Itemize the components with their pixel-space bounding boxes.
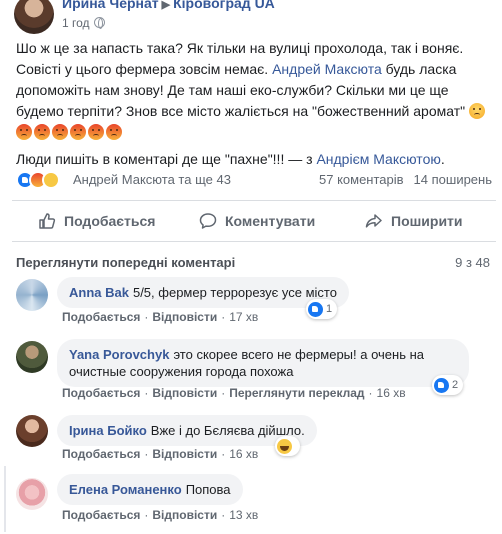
angry-emoji-icon (70, 124, 86, 140)
comment-label: Коментувати (225, 213, 316, 229)
mention-link[interactable]: Андрей Максюта (272, 61, 382, 77)
avatar[interactable] (16, 415, 48, 447)
post-text-part: . (440, 151, 445, 167)
comment-like-link[interactable]: Подобається (62, 386, 140, 400)
tagged-person-link[interactable]: Андрієм Максютою (316, 151, 440, 167)
comment-reply-link[interactable]: Відповісти (152, 508, 217, 522)
post-body: Шо ж це за напасть така? Як тільки на ву… (16, 38, 492, 170)
avatar[interactable] (16, 478, 48, 510)
sad-reaction-icon (42, 171, 60, 189)
comment-bubble: Anna Bak 5/5, фермер террорезує усе місто (57, 277, 349, 308)
like-icon (308, 301, 323, 317)
comments-pager-count: 9 з 48 (455, 255, 490, 270)
author-avatar[interactable] (14, 0, 54, 34)
globe-icon (93, 17, 105, 29)
comment-time[interactable]: 17 хв (229, 310, 258, 324)
comment-actions: Подобається · Відповісти · Переглянути перек… (62, 386, 406, 400)
comment-reply-link[interactable]: Відповісти (152, 386, 217, 400)
comment-actions: Подобається · Відповісти · 13 хв (62, 508, 259, 522)
comment-actions: Подобається · Відповісти · 16 хв (62, 447, 259, 461)
haha-icon (277, 438, 292, 454)
translate-link[interactable]: Переглянути переклад (229, 386, 364, 400)
avatar[interactable] (16, 341, 48, 373)
share-arrow-icon (365, 214, 382, 228)
angry-emoji-icon (106, 124, 122, 140)
comment-actions: Подобається · Відповісти · 17 хв (62, 310, 259, 324)
author-name[interactable]: Ирина Чернат (62, 0, 159, 11)
sad-emoji-icon (468, 103, 485, 119)
avatar[interactable] (16, 279, 48, 311)
comment-reaction-number: 1 (326, 303, 333, 315)
share-label: Поширити (391, 213, 463, 229)
angry-emoji-icon (88, 124, 104, 140)
commenter-name[interactable]: Ірина Бойко (69, 423, 147, 438)
comment-like-link[interactable]: Подобається (62, 447, 140, 461)
comment-reaction-count[interactable]: 1 (306, 299, 338, 319)
author-line: Ирина Чернат ▶ Кіровоград UA (62, 0, 275, 11)
comment-time[interactable]: 16 хв (377, 386, 406, 400)
post-time[interactable]: 1 год (62, 16, 90, 30)
angry-emoji-icon (34, 124, 50, 140)
comment-text: 5/5, фермер террорезує усе місто (132, 285, 337, 300)
comment-reaction-count[interactable] (275, 436, 300, 456)
engagement-counts: 57 коментарів 14 поширень (319, 172, 492, 187)
post-meta: 1 год (62, 16, 105, 30)
comment-bubble: Yana Porovchyk это скорее всего не фермер… (57, 339, 469, 387)
like-label: Подобається (64, 213, 156, 229)
comment-reply-link[interactable]: Відповісти (152, 447, 217, 461)
post-paragraph: Шо ж це за напасть така? Як тільки на ву… (16, 38, 492, 143)
reactions-text[interactable]: Андрей Максюта та ще 43 (73, 172, 231, 187)
arrow-right-icon: ▶ (161, 0, 171, 11)
commenter-name[interactable]: Yana Porovchyk (69, 347, 169, 362)
post-header: Ирина Чернат ▶ Кіровоград UA 1 год (0, 0, 502, 36)
comment-reaction-count[interactable]: 2 (432, 375, 464, 395)
post-text-part: Люди пишіть в коментарі де ще "пахне"!!!… (16, 151, 317, 167)
comment-bubble: Елена Романенко Попова (57, 474, 243, 505)
comment-like-link[interactable]: Подобається (62, 310, 140, 324)
like-icon (434, 377, 449, 393)
post-stats: Андрей Максюта та ще 43 57 коментарів 14 … (16, 170, 492, 190)
comments-count[interactable]: 57 коментарів (319, 172, 404, 187)
angry-emoji-icon (16, 124, 32, 140)
angry-emoji-icon (52, 124, 68, 140)
commenter-name[interactable]: Anna Bak (69, 285, 129, 300)
comment-like-link[interactable]: Подобається (62, 508, 140, 522)
comment-time[interactable]: 16 хв (229, 447, 258, 461)
comment-text: Попова (185, 482, 231, 497)
group-name[interactable]: Кіровоград UA (173, 0, 275, 11)
post-actions-bar: Подобається Коментувати Поширити (12, 200, 496, 242)
comment-icon (199, 213, 217, 229)
post-tag-line: Люди пишіть в коментарі де ще "пахне"!!!… (16, 149, 492, 170)
comment-reaction-number: 2 (452, 379, 459, 391)
share-button[interactable]: Поширити (365, 207, 463, 235)
commenter-name[interactable]: Елена Романенко (69, 482, 182, 497)
like-button[interactable]: Подобається (38, 207, 155, 235)
thumbs-up-icon (39, 213, 56, 229)
shares-count[interactable]: 14 поширень (414, 172, 492, 187)
view-previous-comments-link[interactable]: Переглянути попередні коментарі (16, 255, 235, 270)
comment-time[interactable]: 13 хв (229, 508, 258, 522)
comment-reply-link[interactable]: Відповісти (152, 310, 217, 324)
